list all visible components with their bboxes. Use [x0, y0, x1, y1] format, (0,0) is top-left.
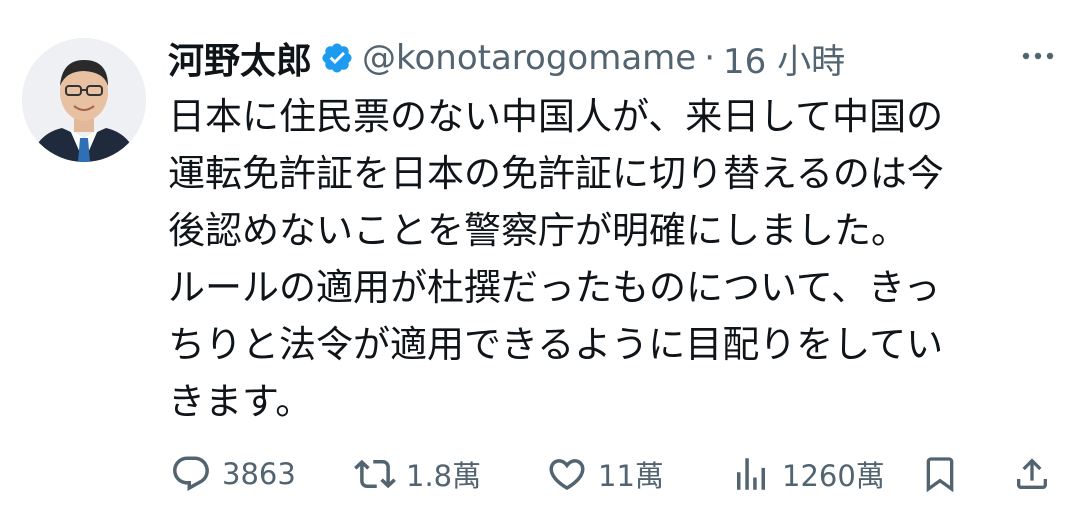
- bookmark-icon: [920, 453, 960, 495]
- reply-count: 3863: [222, 457, 296, 491]
- retweet-button[interactable]: 1.8萬: [354, 446, 481, 502]
- views-button[interactable]: 1260萬: [730, 446, 885, 502]
- tweet-timestamp[interactable]: 16 小時: [723, 34, 845, 83]
- share-button[interactable]: [1012, 446, 1052, 502]
- reply-icon: [170, 453, 212, 495]
- verified-badge-icon[interactable]: [320, 41, 354, 75]
- retweet-icon: [354, 453, 396, 495]
- header-separator: ·: [704, 38, 716, 78]
- like-count: 11萬: [598, 459, 664, 493]
- retweet-count: 1.8萬: [406, 459, 482, 493]
- reply-button[interactable]: 3863: [170, 446, 296, 502]
- like-button[interactable]: 11萬: [546, 446, 664, 502]
- views-icon: [730, 453, 772, 495]
- avatar[interactable]: [22, 38, 146, 162]
- bookmark-button[interactable]: [920, 446, 960, 502]
- tweet-header: 河野太郎 @konotarogomame · 16 小時: [168, 30, 845, 86]
- author-handle[interactable]: @konotarogomame: [362, 38, 696, 78]
- tweet-actions: 3863 1.8萬 11萬 1260萬: [168, 446, 1058, 502]
- views-count: 1260萬: [782, 459, 885, 493]
- like-icon: [546, 453, 588, 495]
- more-dots-icon[interactable]: [1018, 46, 1058, 66]
- share-icon: [1012, 453, 1052, 495]
- profile-photo: [22, 38, 146, 162]
- tweet-text: 日本に住民票のない中国人が、来日して中国の 運転免許証を日本の免許証に切り替える…: [168, 95, 944, 423]
- author-display-name[interactable]: 河野太郎: [168, 32, 312, 84]
